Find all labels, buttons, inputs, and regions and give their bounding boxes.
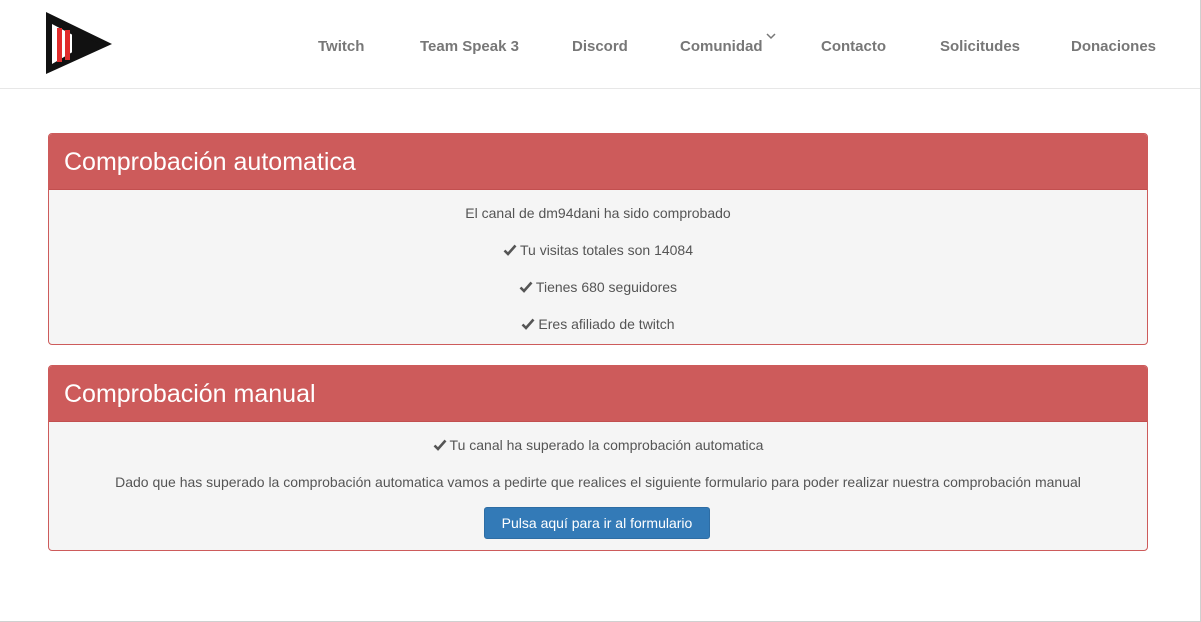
chevron-down-icon[interactable] bbox=[765, 30, 777, 42]
total-visits-item: Tu visitas totales son 14084 bbox=[49, 242, 1147, 258]
nav-comunidad[interactable]: Comunidad bbox=[680, 38, 763, 55]
nav-contacto[interactable]: Contacto bbox=[821, 38, 886, 55]
go-to-form-button[interactable]: Pulsa aquí para ir al formulario bbox=[484, 507, 710, 539]
passed-check-item: Tu canal ha superado la comprobación aut… bbox=[49, 437, 1147, 453]
channel-checked-text: El canal de dm94dani ha sido comprobado bbox=[465, 205, 731, 221]
check-icon bbox=[521, 318, 535, 330]
navbar: Twitch Team Speak 3 Discord Comunidad Co… bbox=[0, 0, 1201, 89]
affiliate-text: Eres afiliado de twitch bbox=[538, 316, 675, 332]
nav-donaciones[interactable]: Donaciones bbox=[1071, 38, 1156, 55]
affiliate-item: Eres afiliado de twitch bbox=[49, 316, 1147, 332]
auto-check-title: Comprobación automatica bbox=[49, 134, 1147, 190]
site-logo[interactable] bbox=[44, 10, 114, 76]
followers-text: Tienes 680 seguidores bbox=[535, 279, 678, 295]
nav-team-speak[interactable]: Team Speak 3 bbox=[420, 38, 519, 55]
manual-check-title: Comprobación manual bbox=[49, 366, 1147, 422]
check-icon bbox=[433, 439, 447, 451]
passed-check-text: Tu canal ha superado la comprobación aut… bbox=[449, 437, 764, 453]
followers-item: Tienes 680 seguidores bbox=[49, 279, 1147, 295]
total-visits-text: Tu visitas totales son 14084 bbox=[519, 242, 694, 258]
check-icon bbox=[519, 281, 533, 293]
check-icon bbox=[503, 244, 517, 256]
nav-twitch[interactable]: Twitch bbox=[318, 38, 364, 55]
manual-description: Dado que has superado la comprobación au… bbox=[115, 474, 1081, 490]
nav-solicitudes[interactable]: Solicitudes bbox=[940, 38, 1020, 55]
auto-check-panel: Comprobación automatica El canal de dm94… bbox=[48, 133, 1148, 345]
manual-check-panel: Comprobación manual Tu canal ha superado… bbox=[48, 365, 1148, 551]
nav-discord[interactable]: Discord bbox=[572, 38, 628, 55]
